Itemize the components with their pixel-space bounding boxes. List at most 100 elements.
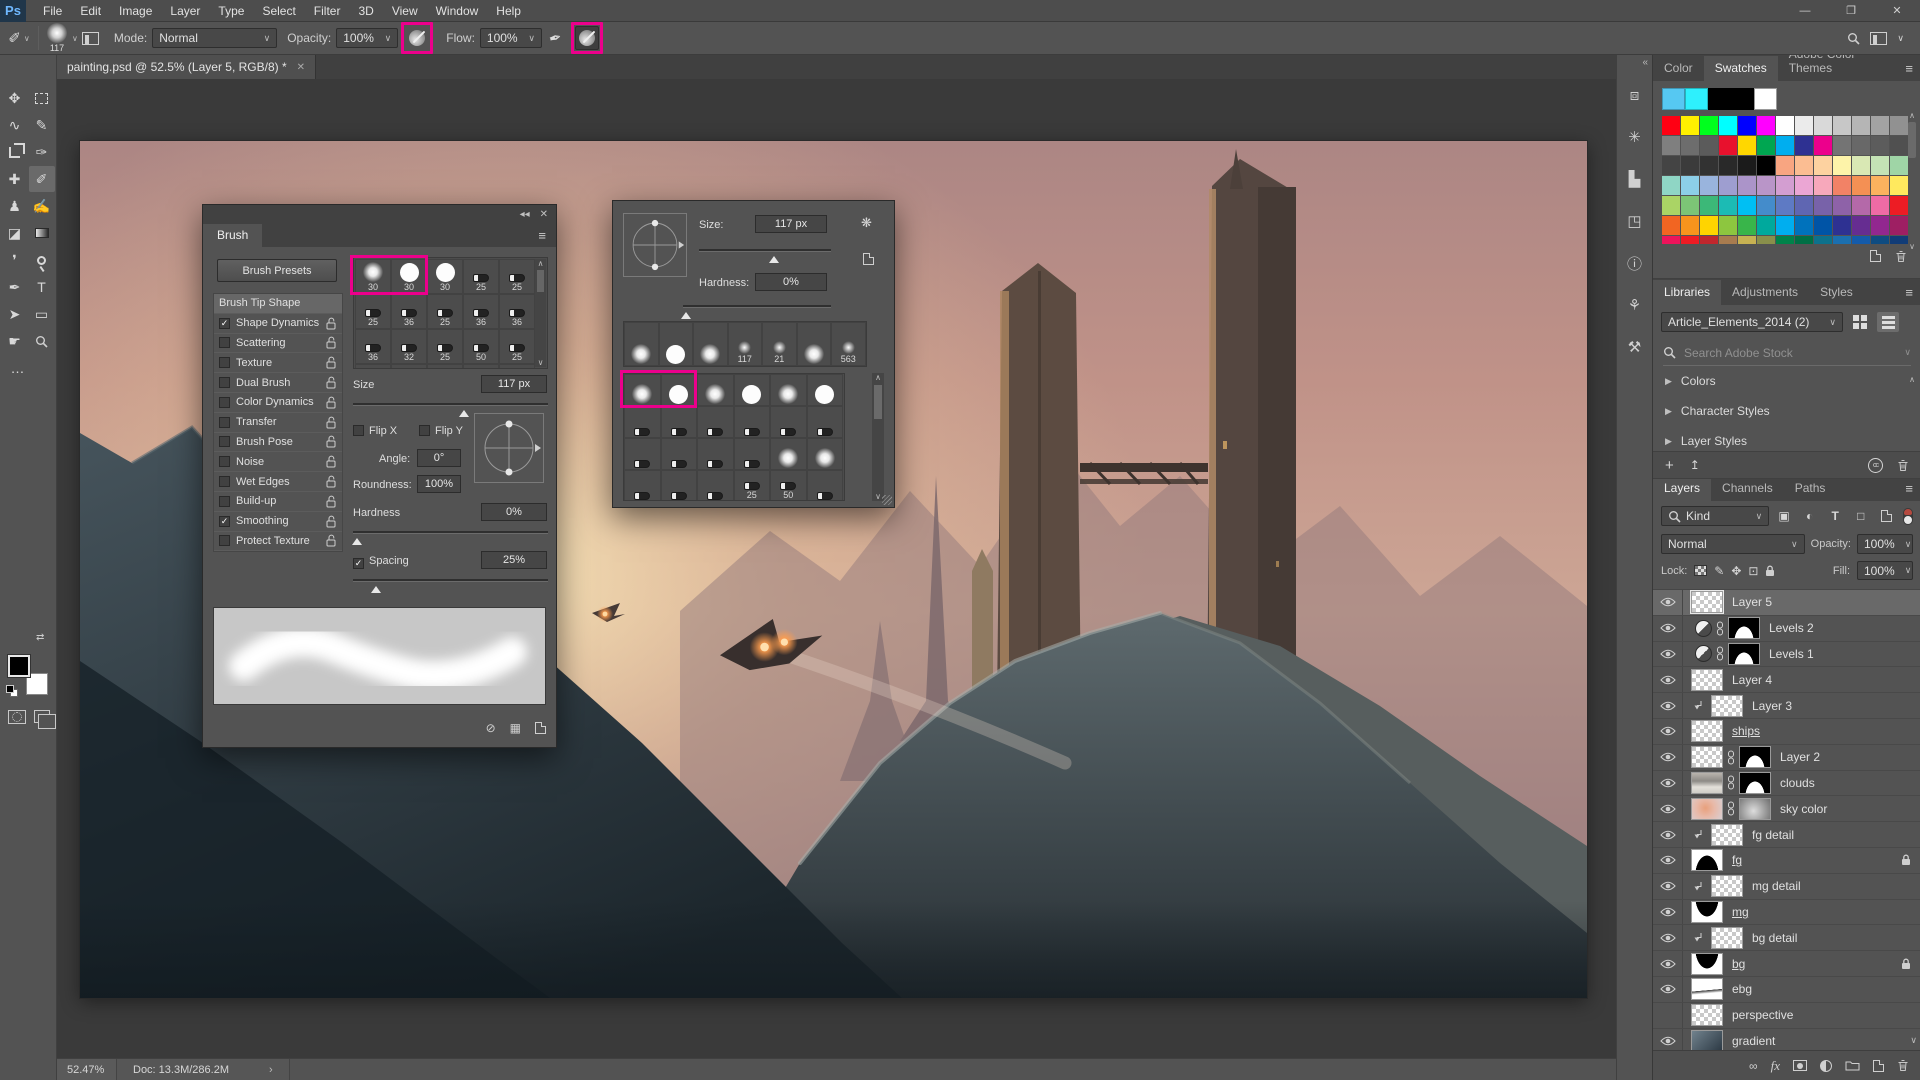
minimize-button[interactable]: — — [1782, 0, 1828, 22]
library-select[interactable]: Article_Elements_2014 (2) ∨ — [1661, 312, 1843, 332]
quick-mask-button[interactable] — [8, 710, 26, 724]
swatch[interactable] — [1662, 136, 1680, 155]
brush-setting-color-dynamics[interactable]: Color Dynamics — [214, 392, 342, 413]
swatch[interactable] — [1776, 116, 1794, 135]
swatch[interactable] — [1662, 116, 1680, 135]
brush-tip-cell[interactable]: 25 — [463, 259, 499, 294]
brush-preset-cell[interactable] — [697, 470, 734, 500]
swatch[interactable] — [1757, 156, 1775, 175]
new-library-item-button[interactable]: + — [1665, 457, 1674, 474]
swatch[interactable] — [1852, 176, 1870, 195]
layer-row-levels-2[interactable]: Levels 2 — [1653, 615, 1920, 642]
layer-visibility-toggle[interactable] — [1653, 847, 1683, 873]
restore-button[interactable]: ❐ — [1828, 0, 1874, 22]
size-slider[interactable] — [699, 249, 831, 263]
brush-setting-smoothing[interactable]: ✓ Smoothing — [214, 511, 342, 532]
swatch[interactable] — [1795, 216, 1813, 235]
swatch[interactable] — [1871, 216, 1889, 235]
recent-swatch[interactable] — [1754, 88, 1777, 110]
brush-preset-picker[interactable]: 117 ∨ — [45, 23, 78, 53]
brush-tip-cell[interactable]: 50 — [463, 329, 499, 364]
swatch[interactable] — [1719, 216, 1737, 235]
swatch[interactable] — [1795, 176, 1813, 195]
create-new-brush-button[interactable] — [535, 722, 546, 734]
tablet-pressure-opacity-button[interactable] — [405, 26, 429, 50]
checkbox[interactable] — [219, 456, 230, 468]
layer-opacity-select[interactable]: 100% ∨ — [1857, 534, 1913, 554]
layer-visibility-toggle[interactable] — [1653, 873, 1683, 899]
size-slider[interactable] — [353, 403, 548, 417]
expand-triangle-icon[interactable]: ▶ — [1665, 406, 1672, 417]
layer-thumbnail[interactable] — [1691, 668, 1723, 691]
layer-thumbnail[interactable] — [1691, 746, 1723, 769]
lasso-tool[interactable]: ∿ — [2, 112, 28, 138]
libraries-tab-libraries[interactable]: Libraries — [1653, 280, 1722, 305]
popup-scrollbar[interactable]: ∧ ∨ — [872, 373, 884, 501]
layers-tab-channels[interactable]: Channels — [1711, 479, 1784, 501]
tablet-pressure-size-button[interactable]: ✒ — [542, 25, 568, 51]
swatch[interactable] — [1738, 136, 1756, 155]
menu-filter[interactable]: Filter — [305, 4, 350, 18]
layer-filter-toggle[interactable] — [1903, 507, 1913, 525]
brush-presets-button[interactable]: Brush Presets — [217, 259, 337, 282]
brush-setting-scattering[interactable]: Scattering — [214, 333, 342, 354]
delete-swatch-button[interactable] — [1895, 250, 1907, 263]
swatch[interactable] — [1814, 176, 1832, 195]
spacing-field[interactable]: 25% — [481, 551, 547, 569]
layer-row-mg-detail[interactable]: mg detail — [1653, 873, 1920, 900]
swatch[interactable] — [1738, 236, 1756, 244]
brush-preset-cell[interactable] — [806, 374, 843, 406]
brush-tip-cell[interactable] — [355, 364, 391, 368]
swatch[interactable] — [1681, 136, 1699, 155]
checkbox[interactable] — [219, 377, 230, 389]
eyedropper-tool[interactable]: ✑ — [29, 139, 55, 165]
shape-tool[interactable]: ▭ — [29, 301, 55, 327]
layer-row-fg-detail[interactable]: fg detail — [1653, 822, 1920, 848]
menu-view[interactable]: View — [383, 4, 427, 18]
swatch[interactable] — [1833, 216, 1851, 235]
hardness-slider[interactable] — [351, 531, 548, 545]
airbrush-mode-button[interactable] — [574, 26, 599, 50]
delete-library-item-button[interactable] — [1897, 459, 1909, 472]
swatch[interactable] — [1871, 236, 1889, 244]
crop-tool[interactable] — [2, 139, 28, 165]
swatch[interactable] — [1852, 236, 1870, 244]
layer-visibility-toggle[interactable] — [1653, 667, 1683, 693]
brush-tip-cell[interactable]: 36 — [355, 329, 391, 364]
layer-thumbnail[interactable] — [1690, 590, 1724, 615]
eraser-tool[interactable]: ◪ — [2, 220, 28, 246]
open-preset-manager-icon[interactable]: ▦ — [510, 721, 521, 735]
swatch[interactable] — [1814, 216, 1832, 235]
layer-row-perspective[interactable]: perspective — [1653, 1002, 1920, 1029]
checkbox[interactable] — [219, 535, 230, 547]
swatch[interactable] — [1852, 136, 1870, 155]
brush-tip-cell[interactable]: 30 — [391, 259, 427, 294]
swatches-tab-adobe-color-themes[interactable]: Adobe Color Themes — [1778, 55, 1898, 81]
brush-panel-tab[interactable]: Brush — [203, 224, 263, 247]
swatch[interactable] — [1662, 216, 1680, 235]
toggle-live-tip-preview-icon[interactable]: ⊘ — [486, 721, 496, 735]
menu-layer[interactable]: Layer — [161, 4, 209, 18]
swatch[interactable] — [1700, 156, 1718, 175]
brush-tip-cell[interactable]: 32 — [391, 329, 427, 364]
brush-preset-cell[interactable] — [770, 406, 807, 438]
brush-preset-cell[interactable] — [693, 322, 728, 366]
swatch[interactable] — [1871, 196, 1889, 215]
layers-tab-paths[interactable]: Paths — [1784, 479, 1837, 501]
layer-visibility-toggle[interactable] — [1653, 951, 1683, 976]
spacing-slider[interactable] — [353, 579, 548, 593]
layer-row-clouds[interactable]: clouds — [1653, 770, 1920, 797]
collapse-panel-icon[interactable]: ◂◂ — [520, 209, 530, 220]
swatch[interactable] — [1871, 156, 1889, 175]
close-panel-icon[interactable]: ✕ — [540, 209, 548, 220]
brush-preset-cell[interactable] — [624, 374, 661, 406]
lock-transparency-icon[interactable] — [1694, 565, 1708, 576]
swatch[interactable] — [1700, 116, 1718, 135]
scroll-up-icon[interactable]: ∧ — [1909, 375, 1915, 384]
new-group-button[interactable] — [1845, 1060, 1860, 1071]
layer-comps-panel-icon[interactable]: ⧈ — [1620, 78, 1650, 112]
brush-preset-cell[interactable] — [770, 438, 807, 470]
resize-grip[interactable] — [882, 495, 892, 505]
layer-row-ebg[interactable]: ebg — [1653, 976, 1920, 1003]
brush-tip-cell[interactable]: 25 — [427, 294, 463, 329]
